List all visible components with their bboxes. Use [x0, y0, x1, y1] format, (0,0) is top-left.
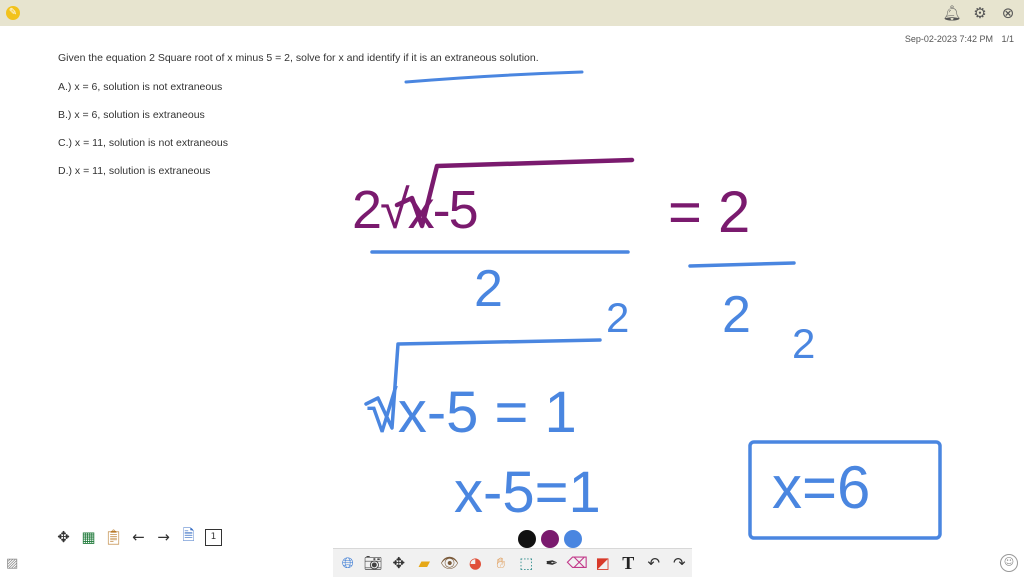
- equation-line-2: √x-5 = 1: [366, 380, 577, 445]
- folder-icon[interactable]: ▰: [412, 550, 438, 576]
- purple-coefficient: 2√x-5: [352, 180, 477, 240]
- add-page-icon[interactable]: 🗎: [177, 526, 200, 548]
- handwriting-canvas[interactable]: 2√x-5 = 2 2 2 2 2 √x-5 = 1 x-5=1 x=6: [0, 0, 1024, 576]
- user-icon[interactable]: ☺: [1000, 554, 1018, 572]
- equation-line-3: x-5=1: [454, 460, 601, 525]
- clipboard-icon[interactable]: 📋︎: [102, 526, 125, 548]
- page-count-icon[interactable]: 1: [202, 526, 225, 548]
- exponent-right: 2: [792, 320, 815, 367]
- answer-text: x=6: [772, 454, 870, 521]
- color-wheel-icon[interactable]: ◕: [463, 550, 489, 576]
- camera-icon[interactable]: 📷︎: [361, 550, 387, 576]
- purple-rhs: = 2: [668, 180, 750, 245]
- arrow-left-icon[interactable]: ←: [127, 526, 150, 548]
- eraser-icon[interactable]: ⌫: [565, 550, 591, 576]
- exponent-left: 2: [606, 294, 629, 341]
- image-icon[interactable]: ▨: [6, 556, 18, 571]
- excel-icon[interactable]: ▦: [77, 526, 100, 548]
- move-icon[interactable]: ✥: [52, 526, 75, 548]
- swatch-purple[interactable]: [541, 530, 559, 548]
- eye-icon[interactable]: 👁︎: [437, 550, 463, 576]
- redo-icon[interactable]: ↷: [667, 550, 693, 576]
- arrow-right-icon[interactable]: →: [152, 526, 175, 548]
- globe-icon[interactable]: 🌐︎: [335, 550, 361, 576]
- undo-icon[interactable]: ↶: [641, 550, 667, 576]
- selection-icon[interactable]: ⬚: [514, 550, 540, 576]
- division-bar-right: [688, 261, 796, 268]
- color-palette: [518, 530, 582, 548]
- move-icon[interactable]: ✥: [386, 550, 412, 576]
- shape-icon[interactable]: ◩: [590, 550, 616, 576]
- hand-icon[interactable]: ✋︎: [488, 550, 514, 576]
- question-underline: [404, 70, 584, 84]
- text-icon[interactable]: T: [616, 550, 642, 576]
- page-toolbar: ✥ ▦ 📋︎ ← → 🗎 1: [52, 526, 225, 548]
- divisor-left: 2: [474, 260, 503, 318]
- swatch-blue[interactable]: [564, 530, 582, 548]
- swatch-black[interactable]: [518, 530, 536, 548]
- page-count: 1: [205, 528, 222, 546]
- divisor-right: 2: [722, 286, 751, 344]
- drawing-toolbar: 🌐︎ 📷︎ ✥ ▰ 👁︎ ◕ ✋︎ ⬚ ✒ ⌫ ◩ T ↶ ↷: [333, 548, 692, 577]
- pen-icon[interactable]: ✒: [539, 550, 565, 576]
